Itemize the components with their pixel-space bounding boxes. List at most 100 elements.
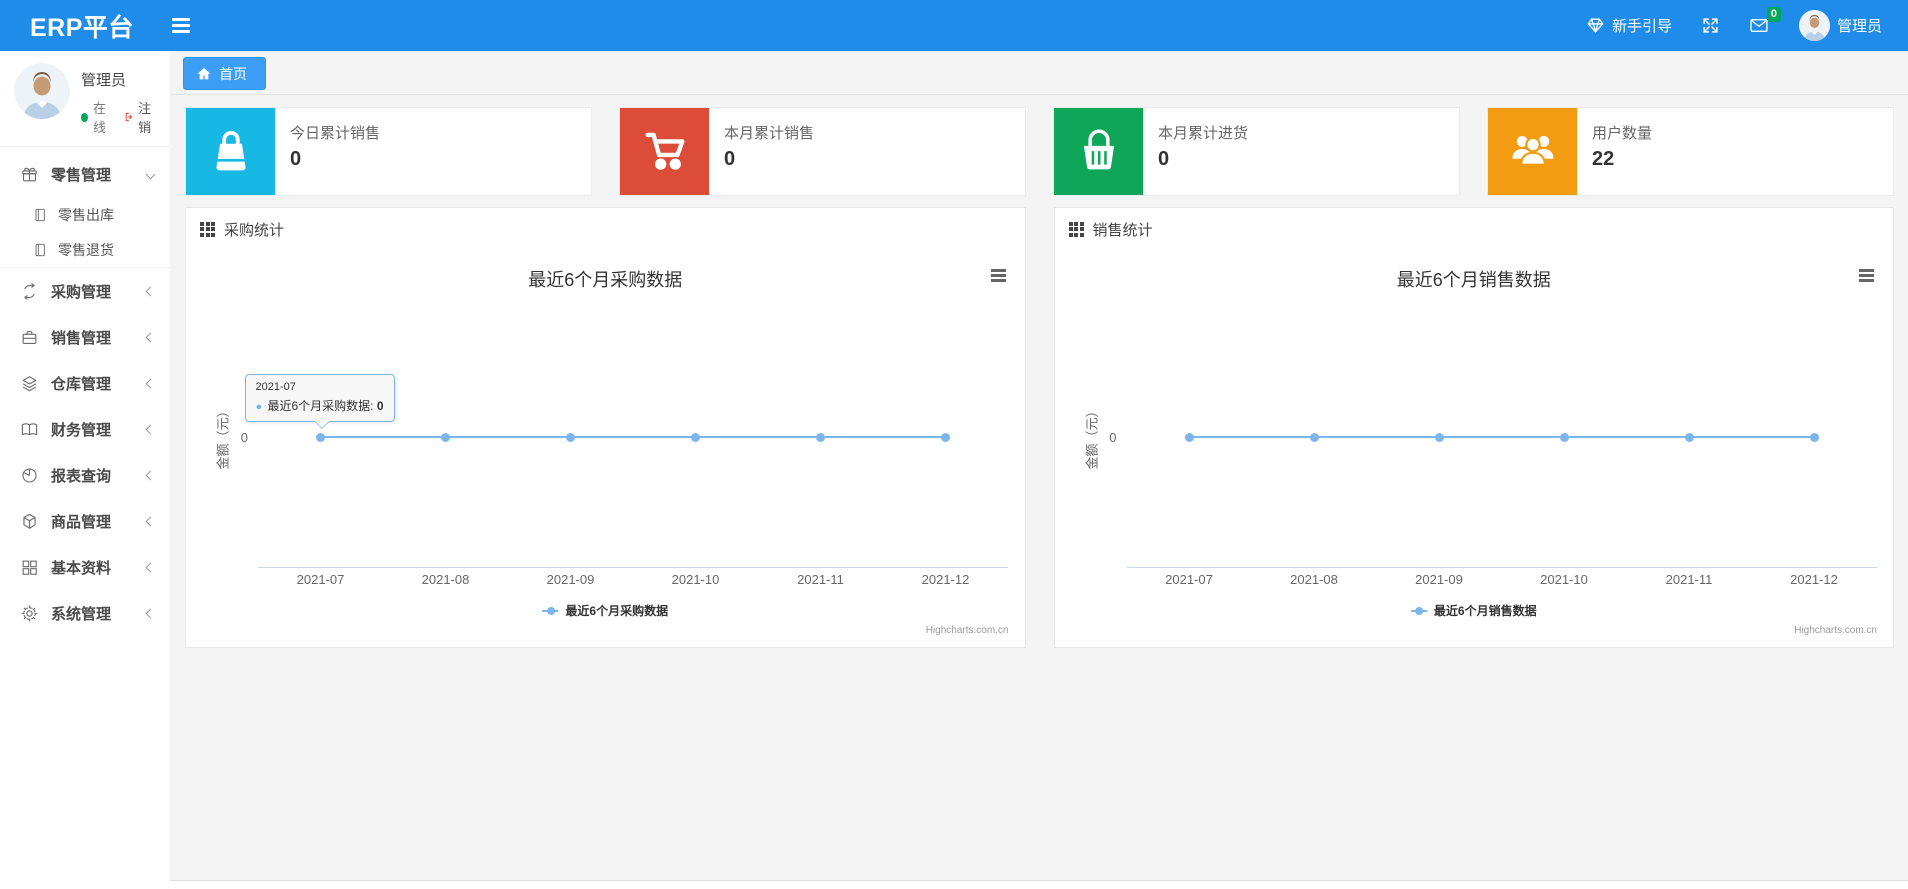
x-axis-tick-label: 2021-10 bbox=[671, 572, 720, 587]
chevron-left-icon bbox=[145, 424, 156, 434]
user-menu[interactable]: 管理员 bbox=[1798, 10, 1882, 41]
gift-icon bbox=[20, 165, 39, 184]
tooltip-header: 2021-07 bbox=[255, 381, 296, 393]
stat-card-month-sales[interactable]: 本月累计销售 0 bbox=[619, 107, 1026, 196]
data-point[interactable] bbox=[441, 432, 450, 442]
x-axis-tick-label: 2021-12 bbox=[1790, 572, 1838, 587]
panel-header: 采购统计 bbox=[186, 208, 1025, 250]
stat-label: 今日累计销售 bbox=[290, 125, 381, 142]
journal-icon bbox=[32, 207, 48, 223]
sidebar-item-sales[interactable]: 销售管理 bbox=[0, 314, 170, 360]
legend-label: 最近6个月采购数据 bbox=[565, 604, 669, 618]
newbie-guide-button[interactable]: 新手引导 bbox=[1586, 15, 1672, 36]
stat-card-user-count[interactable]: 用户数量 22 bbox=[1487, 107, 1894, 196]
data-point[interactable] bbox=[566, 432, 575, 442]
data-point[interactable] bbox=[1684, 432, 1694, 442]
series-line bbox=[320, 436, 946, 438]
sidebar-item-finance[interactable]: 财务管理 bbox=[0, 406, 170, 452]
legend-line-marker-icon bbox=[542, 606, 559, 615]
legend-item[interactable]: 最近6个月采购数据 bbox=[542, 602, 668, 619]
stat-value: 22 bbox=[1592, 148, 1615, 170]
data-point[interactable] bbox=[1184, 432, 1194, 442]
x-axis-line bbox=[1126, 567, 1877, 568]
chart-title: 最近6个月销售数据 bbox=[1396, 270, 1551, 290]
package-icon bbox=[20, 512, 39, 531]
legend-line-marker-icon bbox=[1410, 606, 1427, 615]
pie-chart-icon bbox=[20, 466, 39, 485]
stat-card-month-purchase[interactable]: 本月累计进货 0 bbox=[1053, 107, 1460, 196]
sidebar-item-purchase[interactable]: 采购管理 bbox=[0, 268, 170, 314]
chart-context-menu-button[interactable] bbox=[1856, 266, 1877, 285]
chevron-left-icon bbox=[145, 516, 156, 526]
sync-loop-icon bbox=[20, 282, 39, 301]
sidebar-item-reports[interactable]: 报表查询 bbox=[0, 452, 170, 498]
top-navbar: ERP平台 新手引导 0 管理员 bbox=[0, 0, 1908, 51]
chart-tooltip: 2021-07 ● 最近6个月采购数据: 0 bbox=[244, 374, 395, 429]
sidebar-item-goods[interactable]: 商品管理 bbox=[0, 498, 170, 544]
chart-panels-row: 采购统计 最近6个月采购数据 金额（元） 0 2021-07 2021-08 2021-0… bbox=[170, 196, 1908, 648]
logout-button[interactable]: 注销 bbox=[124, 98, 158, 136]
tooltip-row: ● 最近6个月采购数据: 0 bbox=[256, 397, 384, 414]
data-point[interactable] bbox=[1309, 432, 1319, 442]
chart-context-menu-button[interactable] bbox=[988, 266, 1009, 285]
shopping-bag-icon bbox=[206, 124, 256, 179]
highcharts-credits-link[interactable]: Highcharts.com.cn bbox=[1794, 625, 1877, 636]
sales-stats-panel: 销售统计 最近6个月销售数据 金额（元） 0 2021-07 2021-08 2021-0… bbox=[1053, 207, 1894, 648]
sidebar-item-basic-data[interactable]: 基本资料 bbox=[0, 544, 170, 590]
stat-label: 本月累计销售 bbox=[724, 125, 815, 142]
data-point[interactable] bbox=[316, 432, 325, 442]
chevron-left-icon bbox=[145, 332, 156, 342]
tab-bar: 首页 bbox=[170, 51, 1908, 95]
x-axis-tick-label: 2021-08 bbox=[1290, 572, 1338, 587]
sidebar-item-retail[interactable]: 零售管理 bbox=[0, 151, 170, 197]
home-icon bbox=[197, 67, 211, 79]
y-axis-tick-label: 0 bbox=[1109, 430, 1117, 445]
th-grid-icon bbox=[200, 221, 215, 237]
newbie-guide-label: 新手引导 bbox=[1611, 18, 1672, 35]
x-axis-tick-label: 2021-08 bbox=[421, 572, 470, 587]
sidebar-nav: 零售管理 零售出库 零售退货 采购管理 销售管理 仓库管理 财务管理 报表查询 … bbox=[0, 147, 170, 636]
stat-label: 用户数量 bbox=[1592, 125, 1653, 142]
panel-title: 销售统计 bbox=[1092, 221, 1153, 239]
sidebar-item-retail-outbound[interactable]: 零售出库 bbox=[0, 197, 170, 232]
sidebar-username: 管理员 bbox=[81, 72, 127, 89]
data-point[interactable] bbox=[1809, 432, 1819, 442]
stat-value: 0 bbox=[724, 148, 736, 170]
legend-item[interactable]: 最近6个月销售数据 bbox=[1410, 602, 1537, 619]
sidebar-toggle-hamburger-icon[interactable] bbox=[171, 18, 190, 33]
sidebar-item-retail-return[interactable]: 零售退货 bbox=[0, 232, 170, 267]
x-axis-tick-label: 2021-12 bbox=[921, 572, 970, 587]
x-axis-tick-label: 2021-07 bbox=[1165, 572, 1213, 587]
tooltip-label: 最近6个月采购数据: bbox=[267, 399, 377, 413]
online-status-dot bbox=[81, 112, 89, 122]
chart-title: 最近6个月采购数据 bbox=[528, 270, 683, 290]
gem-icon bbox=[1586, 16, 1605, 35]
envelope-icon bbox=[1749, 17, 1769, 34]
tab-home[interactable]: 首页 bbox=[183, 57, 266, 90]
data-point[interactable] bbox=[941, 432, 950, 442]
stat-cards-row: 今日累计销售 0 本月累计销售 0 本月累计进货 0 用户数量 22 bbox=[170, 95, 1908, 196]
data-point[interactable] bbox=[816, 432, 825, 442]
messages-button[interactable]: 0 bbox=[1749, 7, 1781, 34]
sidebar-item-warehouse[interactable]: 仓库管理 bbox=[0, 360, 170, 406]
avatar bbox=[14, 63, 70, 119]
shopping-basket-icon bbox=[1074, 124, 1124, 179]
th-grid-icon bbox=[1068, 221, 1084, 237]
panel-title: 采购统计 bbox=[224, 221, 285, 239]
x-axis-tick-label: 2021-11 bbox=[1665, 572, 1713, 587]
highcharts-credits-link[interactable]: Highcharts.com.cn bbox=[926, 625, 1009, 636]
data-point[interactable] bbox=[1434, 432, 1444, 442]
stat-card-today-sales[interactable]: 今日累计销售 0 bbox=[185, 107, 592, 196]
chevron-left-icon bbox=[145, 608, 156, 618]
sidebar-item-system[interactable]: 系统管理 bbox=[0, 590, 170, 636]
online-status-label: 在线 bbox=[93, 101, 107, 135]
data-point[interactable] bbox=[691, 432, 700, 442]
chevron-down-icon bbox=[145, 169, 156, 179]
open-book-icon bbox=[20, 420, 39, 439]
stat-label: 本月累计进货 bbox=[1158, 125, 1249, 142]
data-point[interactable] bbox=[1559, 432, 1569, 442]
shopping-cart-icon bbox=[639, 123, 691, 180]
fullscreen-button[interactable] bbox=[1702, 17, 1719, 34]
x-axis-line bbox=[258, 567, 1008, 568]
sidebar-submenu-retail: 零售出库 零售退货 bbox=[0, 197, 170, 268]
